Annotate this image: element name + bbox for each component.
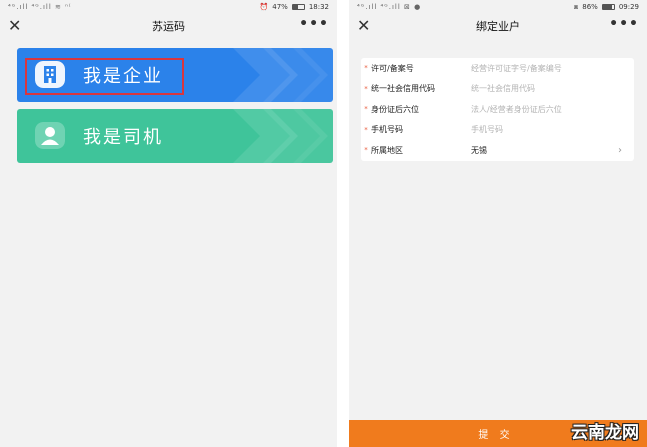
field-placeholder[interactable]: 法人/经营者身份证后六位 xyxy=(471,104,634,115)
battery-percent: 47% xyxy=(272,3,288,11)
decorative-chevrons xyxy=(233,109,333,163)
watermark: 云南龙网 xyxy=(571,423,639,443)
id-last-six-field[interactable]: * 身份证后六位 法人/经营者身份证后六位 xyxy=(361,99,634,120)
close-icon[interactable]: ✕ xyxy=(357,16,370,36)
field-placeholder[interactable]: 手机号码 xyxy=(471,124,634,135)
enterprise-role-button[interactable]: 我是企业 xyxy=(17,48,333,102)
signal-indicators: ⁴ᴳ.ıll ⁴ᴳ.ıll ⊠ ● xyxy=(357,3,422,11)
status-time: 18:32 xyxy=(308,3,329,11)
enterprise-role-label: 我是企业 xyxy=(83,66,163,87)
battery-percent: 86% xyxy=(582,3,598,11)
field-label: 身份证后六位 xyxy=(371,104,419,114)
required-marker: * xyxy=(364,146,368,155)
battery-icon xyxy=(291,4,305,10)
required-marker: * xyxy=(364,105,368,114)
bind-business-screen: ⁴ᴳ.ıll ⁴ᴳ.ıll ⊠ ● ⧈ 86% 09:29 ✕ 绑定业户 •••… xyxy=(349,0,647,447)
signal-indicators: ⁴ᴳ.ıll ⁴ᴳ.ıll ≋ ⁿ⁽ xyxy=(8,3,72,11)
decorative-chevrons xyxy=(233,48,333,102)
enterprise-driver-selection-screen: ⁴ᴳ.ıll ⁴ᴳ.ıll ≋ ⁿ⁽ ⏰ 47% 18:32 ✕ 苏运码 •••… xyxy=(0,0,337,447)
chevron-right-icon: › xyxy=(618,144,622,156)
driver-role-label: 我是司机 xyxy=(83,127,163,148)
field-label: 手机号码 xyxy=(371,125,403,135)
field-placeholder[interactable]: 经营许可证字号/备案编号 xyxy=(471,63,634,74)
building-icon xyxy=(35,61,65,88)
page-title: 苏运码 xyxy=(152,20,185,33)
battery-icon xyxy=(601,4,615,10)
bind-form: * 许可/备案号 经营许可证字号/备案编号 * 统一社会信用代码 统一社会信用代… xyxy=(361,58,634,161)
close-icon[interactable]: ✕ xyxy=(8,16,21,36)
more-icon[interactable]: ••• xyxy=(299,14,329,34)
license-number-field[interactable]: * 许可/备案号 经营许可证字号/备案编号 xyxy=(361,58,634,79)
required-marker: * xyxy=(364,64,368,73)
driver-icon xyxy=(35,122,65,149)
status-bar: ⁴ᴳ.ıll ⁴ᴳ.ıll ⊠ ● ⧈ 86% 09:29 xyxy=(349,0,647,14)
more-icon[interactable]: ••• xyxy=(609,14,639,34)
field-label: 统一社会信用代码 xyxy=(371,84,435,94)
field-placeholder[interactable]: 统一社会信用代码 xyxy=(471,83,634,94)
region-value: 无锡 xyxy=(471,145,487,155)
phone-number-field[interactable]: * 手机号码 手机号码 xyxy=(361,120,634,141)
required-marker: * xyxy=(364,125,368,134)
driver-role-button[interactable]: 我是司机 xyxy=(17,109,333,163)
page-title: 绑定业户 xyxy=(476,20,520,33)
nav-bar: ✕ 苏运码 ••• xyxy=(0,14,337,38)
field-label: 所属地区 xyxy=(371,145,403,155)
field-label: 许可/备案号 xyxy=(371,63,414,73)
required-marker: * xyxy=(364,84,368,93)
vibrate-icon: ⧈ xyxy=(573,2,579,11)
region-select[interactable]: * 所属地区 无锡 › xyxy=(361,140,634,161)
status-bar: ⁴ᴳ.ıll ⁴ᴳ.ıll ≋ ⁿ⁽ ⏰ 47% 18:32 xyxy=(0,0,337,14)
status-time: 09:29 xyxy=(618,3,639,11)
nav-bar: ✕ 绑定业户 ••• xyxy=(349,14,647,38)
credit-code-field[interactable]: * 统一社会信用代码 统一社会信用代码 xyxy=(361,79,634,100)
submit-label: 提 交 xyxy=(478,430,514,441)
alarm-icon: ⏰ xyxy=(259,3,269,11)
